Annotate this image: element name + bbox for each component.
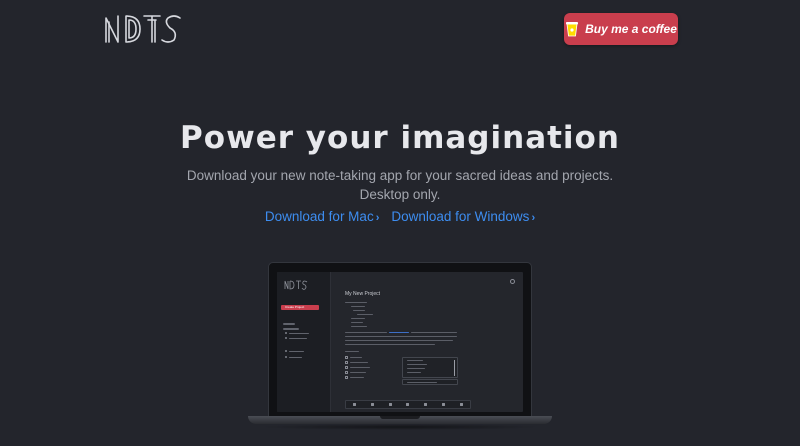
mockup-toolbar-icon <box>459 403 463 406</box>
coffee-button-label: Buy me a coffee <box>585 22 677 36</box>
mockup-sidebar-dot <box>285 356 287 358</box>
mockup-text-line <box>351 306 365 308</box>
laptop-notch <box>380 416 420 419</box>
mockup-toolbar-icon <box>424 403 428 406</box>
mockup-text-line <box>345 351 359 353</box>
mockup-checkbox <box>345 376 348 379</box>
mockup-sidebar-line <box>289 332 309 334</box>
mockup-text-line <box>350 372 366 374</box>
laptop-base <box>248 416 552 424</box>
download-windows-label: Download for Windows <box>391 209 530 224</box>
hero-subtitle: Download your new note-taking app for yo… <box>0 166 800 204</box>
mockup-text-line <box>407 381 437 383</box>
mockup-checkbox <box>345 371 348 374</box>
mockup-scrollbar <box>453 360 455 376</box>
mockup-checkbox <box>345 361 348 364</box>
mockup-sidebar-line <box>289 337 307 339</box>
mockup-text-line <box>350 377 364 379</box>
mockup-text-line <box>407 364 427 366</box>
mockup-input <box>402 379 458 385</box>
mockup-text-highlight <box>389 332 409 334</box>
mockup-toolbar-icon <box>441 403 445 406</box>
mockup-editor: My New Project <box>331 272 523 412</box>
mockup-title: My New Project <box>345 291 381 297</box>
mockup-text-line <box>345 340 453 342</box>
hero-title: Power your imagination <box>180 120 620 156</box>
clock-icon <box>510 279 515 284</box>
mockup-sidebar-dot <box>285 337 287 339</box>
logo-mark <box>105 15 181 43</box>
mockup-text-line <box>407 368 425 370</box>
laptop-shadow <box>258 424 542 430</box>
mockup-text-line <box>350 357 362 359</box>
download-mac-link[interactable]: Download for Mac › <box>265 209 379 224</box>
mockup-text-line <box>407 372 421 374</box>
landing-page: Buy me a coffee Power your imagination D… <box>0 0 800 446</box>
chevron-right-icon: › <box>531 212 536 224</box>
mockup-text-line <box>407 360 423 362</box>
download-windows-link[interactable]: Download for Windows › <box>391 209 535 224</box>
ndts-logo[interactable] <box>104 12 182 46</box>
coffee-cup-icon <box>565 21 579 37</box>
download-mac-label: Download for Mac <box>264 209 374 224</box>
mockup-sidebar-dot <box>285 332 287 334</box>
mockup-toolbar-icon <box>371 403 375 406</box>
chevron-right-icon: › <box>375 212 380 224</box>
mockup-text-line <box>353 310 365 312</box>
mockup-text-line <box>411 332 457 334</box>
mockup-toolbar <box>345 400 471 409</box>
mockup-text-line <box>351 326 367 328</box>
mockup-sidebar: Create Project <box>277 272 331 412</box>
mockup-sidebar-line <box>283 323 295 325</box>
mockup-text-line <box>351 322 363 324</box>
download-links: Download for Mac › Download for Windows › <box>0 209 800 224</box>
hero-subtitle-line-1: Download your new note-taking app for yo… <box>186 168 614 183</box>
mockup-toolbar-icon <box>353 403 357 406</box>
mockup-sidebar-line <box>289 356 302 358</box>
mockup-text-line <box>350 362 368 364</box>
laptop-mockup-image: Create Project My New Project <box>248 262 552 446</box>
mockup-text-line <box>345 336 457 338</box>
buy-me-a-coffee-button[interactable]: Buy me a coffee <box>564 13 678 45</box>
mockup-checkbox <box>345 366 348 369</box>
hero-subtitle-line-2: Desktop only. <box>359 187 441 202</box>
mockup-text-line <box>345 344 435 346</box>
mockup-toolbar-icon <box>406 403 410 406</box>
laptop-screen: Create Project My New Project <box>277 272 523 412</box>
mockup-text-line <box>345 302 367 304</box>
mockup-sidebar-line <box>283 328 299 330</box>
mockup-logo <box>284 280 308 290</box>
mockup-text-line <box>351 318 365 320</box>
mockup-sidebar-dot <box>285 350 287 352</box>
mockup-create-button: Create Project <box>281 305 319 310</box>
mockup-text-line <box>345 332 387 334</box>
mockup-text-line <box>357 314 373 316</box>
mockup-checkbox <box>345 356 348 359</box>
laptop-lid: Create Project My New Project <box>268 262 532 417</box>
mockup-text-line <box>350 367 370 369</box>
mockup-dropdown <box>402 357 458 378</box>
mockup-toolbar-icon <box>388 403 392 406</box>
mockup-sidebar-line <box>289 350 304 352</box>
